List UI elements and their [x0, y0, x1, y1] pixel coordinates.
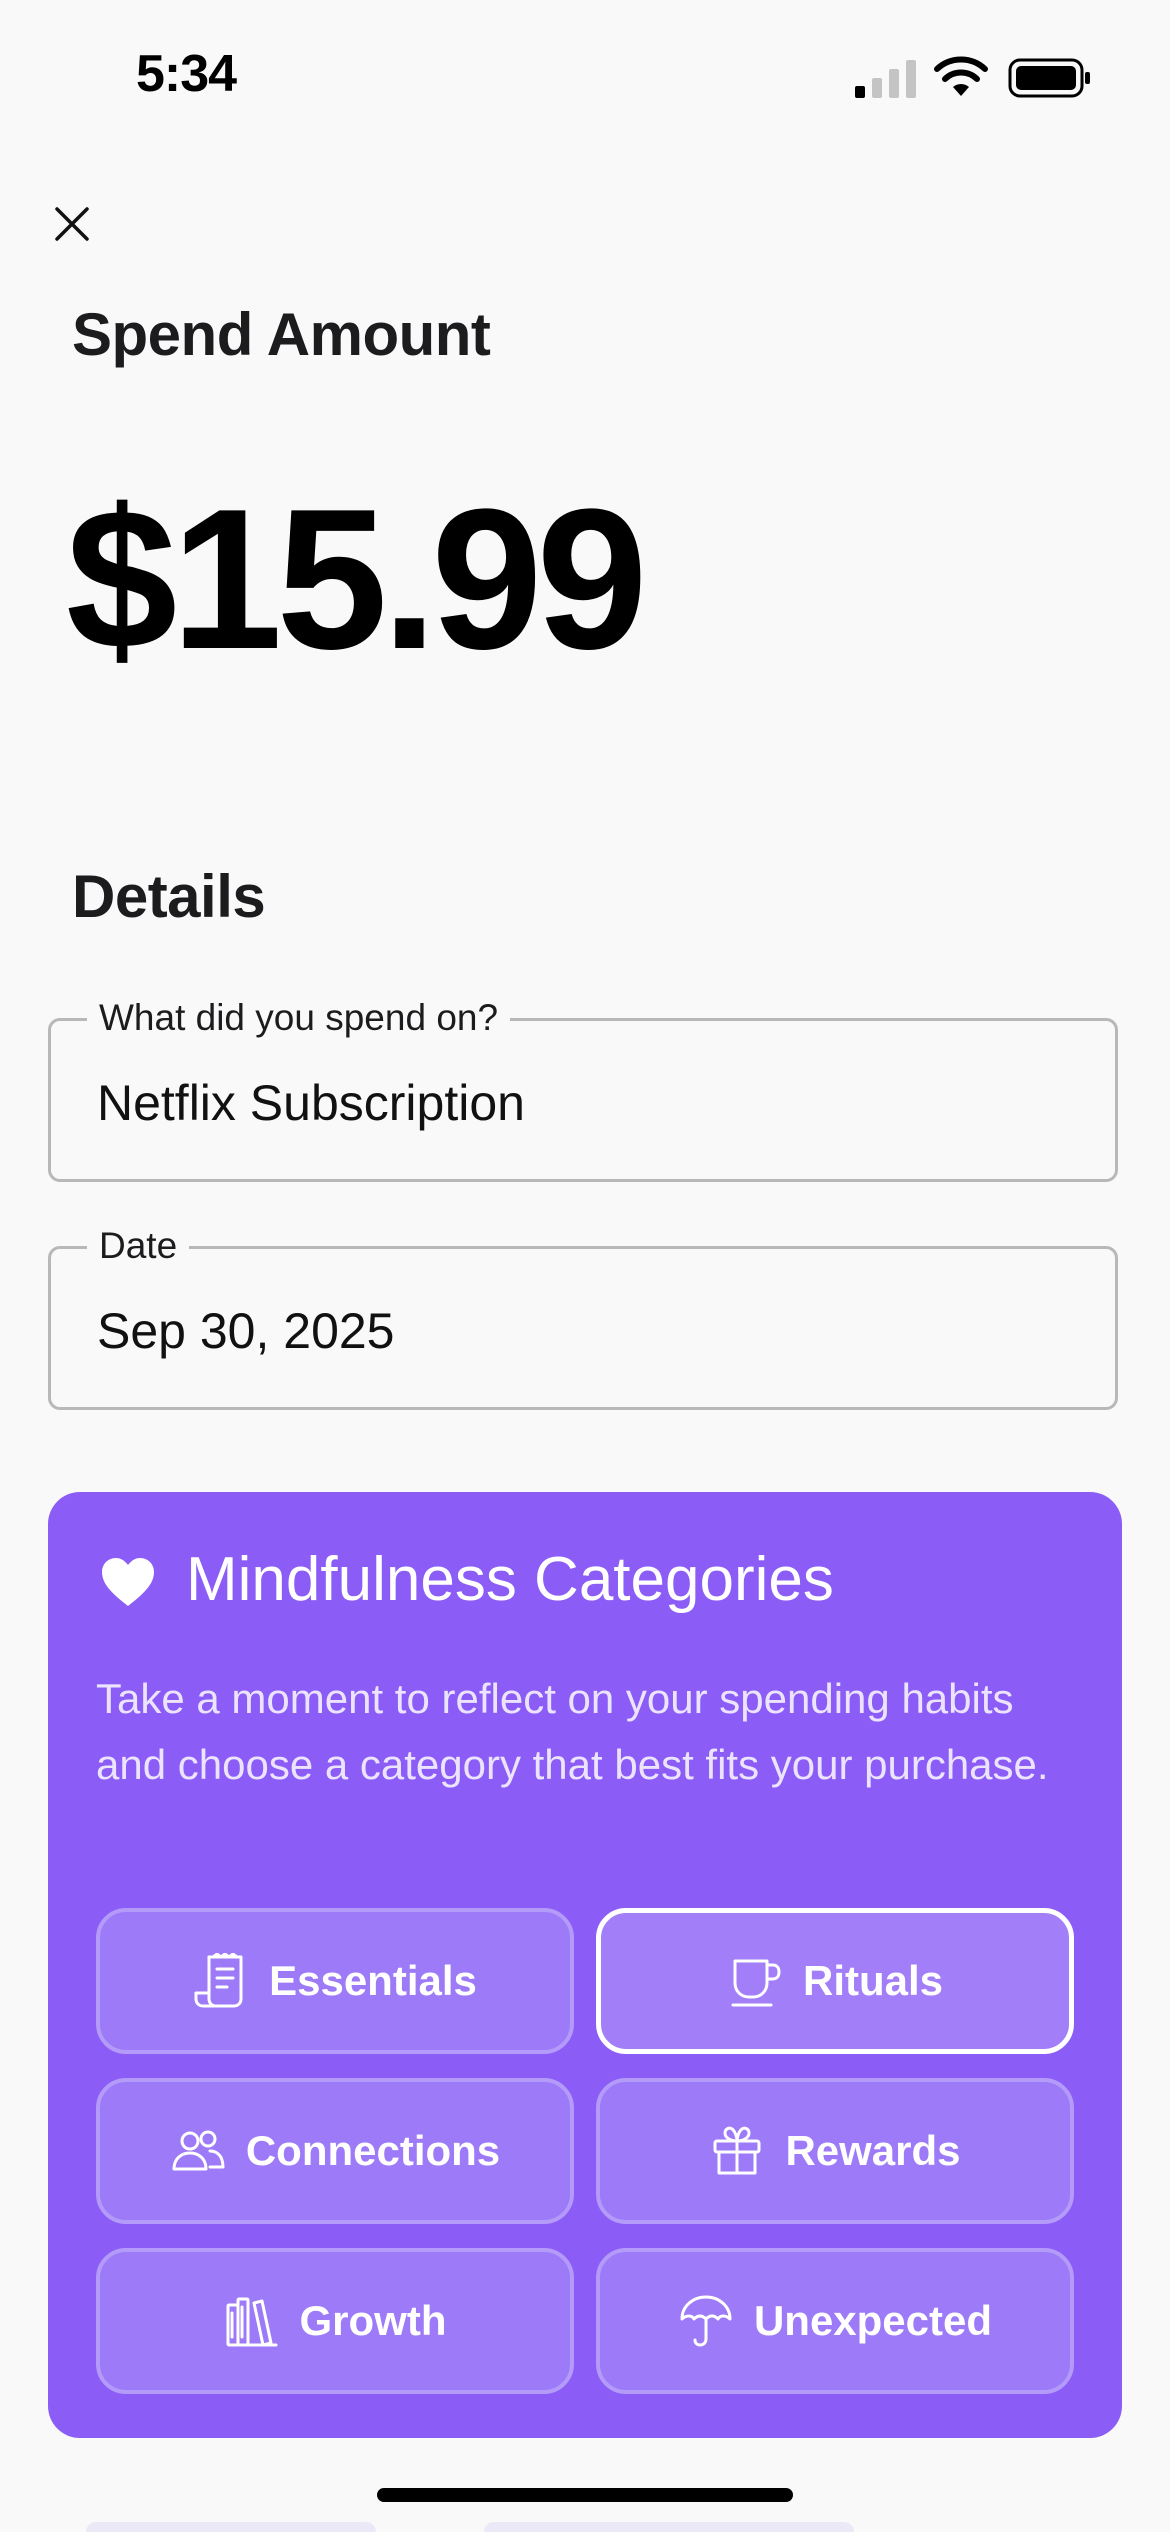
receipt-icon — [194, 1953, 243, 2008]
users-icon — [172, 2130, 225, 2171]
description-field-value[interactable]: Netflix Subscription — [97, 1073, 525, 1133]
mindfulness-description: Take a moment to reflect on your spendin… — [96, 1675, 1049, 1788]
battery-icon — [1008, 58, 1090, 98]
date-field-label: Date — [87, 1223, 190, 1269]
category-rewards-button[interactable]: Rewards — [596, 2078, 1074, 2224]
category-essentials-button[interactable]: Essentials — [96, 1908, 574, 2054]
cellular-signal-icon — [855, 60, 916, 98]
category-essentials-label: Essentials — [269, 1957, 477, 2004]
mindfulness-card: Mindfulness Categories Take a moment to … — [48, 1492, 1122, 2438]
bottom-button-left[interactable] — [86, 2522, 376, 2532]
add-spend-screen: 5:34 Spend Amount $15.99 Details What di… — [0, 0, 1170, 2532]
category-unexpected-label: Unexpected — [753, 2297, 993, 2344]
books-icon — [226, 2297, 277, 2347]
mindfulness-title: Mindfulness Categories — [186, 1545, 834, 1614]
spend-amount-title: Spend Amount — [72, 301, 491, 368]
details-title: Details — [72, 863, 266, 930]
date-field-value[interactable]: Sep 30, 2025 — [97, 1301, 395, 1361]
bottom-button-right[interactable] — [484, 2522, 854, 2532]
description-field[interactable]: What did you spend on? Netflix Subscript… — [48, 995, 1118, 1182]
close-icon — [55, 207, 89, 241]
umbrella-icon — [680, 2295, 732, 2347]
description-field-label: What did you spend on? — [87, 995, 511, 1041]
category-rewards-label: Rewards — [785, 2127, 961, 2174]
spend-amount-value[interactable]: $15.99 — [66, 480, 648, 680]
category-connections-label: Connections — [245, 2127, 501, 2174]
category-growth-label: Growth — [299, 2297, 447, 2344]
gift-icon — [713, 2126, 761, 2175]
status-time: 5:34 — [136, 45, 237, 103]
close-button[interactable] — [48, 200, 96, 248]
heart-icon — [102, 1558, 154, 1606]
coffee-cup-icon — [731, 1959, 781, 2007]
category-connections-button[interactable]: Connections — [96, 2078, 574, 2224]
wifi-icon — [934, 56, 988, 96]
date-field[interactable]: Date Sep 30, 2025 — [48, 1223, 1118, 1410]
category-growth-button[interactable]: Growth — [96, 2248, 574, 2394]
home-indicator[interactable] — [377, 2488, 793, 2502]
category-rituals-label: Rituals — [802, 1957, 944, 2004]
category-unexpected-button[interactable]: Unexpected — [596, 2248, 1074, 2394]
category-rituals-button[interactable]: Rituals — [596, 1908, 1074, 2054]
